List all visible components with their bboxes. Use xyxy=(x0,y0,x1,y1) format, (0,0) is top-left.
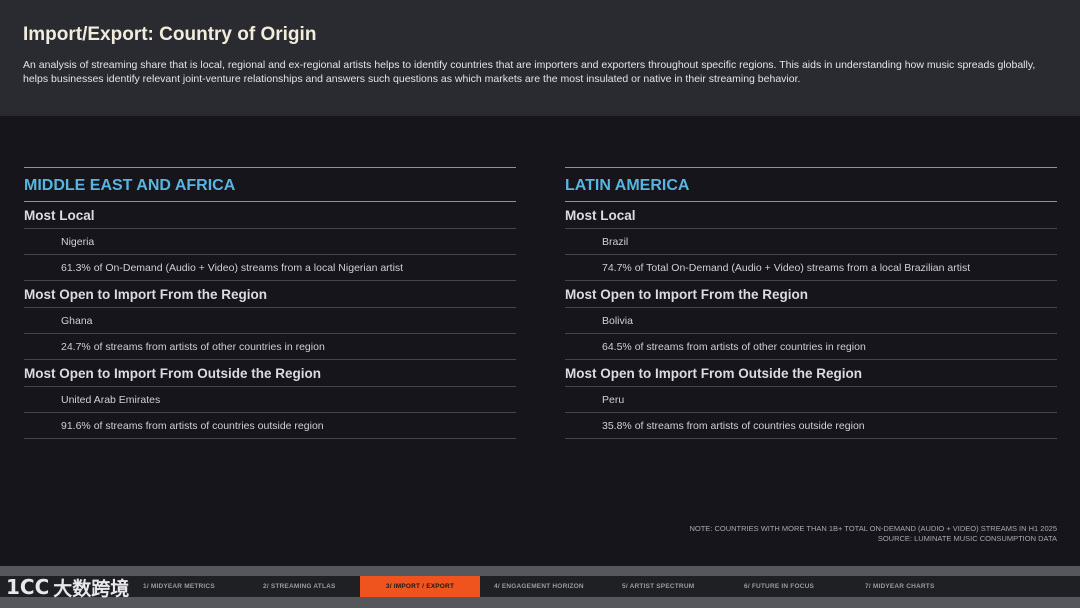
nav-item-future-in-focus[interactable]: 6/ FUTURE IN FOCUS xyxy=(744,576,814,597)
country-row: United Arab Emirates xyxy=(24,387,516,413)
panel-middle-east-africa: MIDDLE EAST AND AFRICA Most Local Nigeri… xyxy=(24,167,516,439)
detail-row: 24.7% of streams from artists of other c… xyxy=(24,334,516,360)
divider-strip xyxy=(0,566,1080,576)
country-row: Nigeria xyxy=(24,229,516,255)
bottom-bar xyxy=(0,597,1080,608)
nav-item-midyear-charts[interactable]: 7/ MIDYEAR CHARTS xyxy=(865,576,935,597)
detail-row: 61.3% of On-Demand (Audio + Video) strea… xyxy=(24,255,516,281)
section-title-most-local: Most Local xyxy=(565,202,1057,229)
section-title-import-outside: Most Open to Import From Outside the Reg… xyxy=(24,360,516,387)
country-row: Brazil xyxy=(565,229,1057,255)
region-title: LATIN AMERICA xyxy=(565,167,1057,202)
nav-item-import-export[interactable]: 3/ IMPORT / EXPORT xyxy=(360,576,480,597)
section-title-most-local: Most Local xyxy=(24,202,516,229)
section-title-import-outside: Most Open to Import From Outside the Reg… xyxy=(565,360,1057,387)
nav-item-streaming-atlas[interactable]: 2/ STREAMING ATLAS xyxy=(263,576,336,597)
page-description: An analysis of streaming share that is l… xyxy=(23,59,1036,85)
region-title: MIDDLE EAST AND AFRICA xyxy=(24,167,516,202)
detail-row: 74.7% of Total On-Demand (Audio + Video)… xyxy=(565,255,1057,281)
panel-latin-america: LATIN AMERICA Most Local Brazil 74.7% of… xyxy=(565,167,1057,439)
watermark-logo: 1CC 大数跨境 xyxy=(6,572,129,602)
country-row: Bolivia xyxy=(565,308,1057,334)
header: Import/Export: Country of Origin An anal… xyxy=(0,0,1080,116)
nav-item-engagement-horizon[interactable]: 4/ ENGAGEMENT HORIZON xyxy=(494,576,584,597)
country-row: Peru xyxy=(565,387,1057,413)
section-nav: 1/ MIDYEAR METRICS 2/ STREAMING ATLAS 3/… xyxy=(0,576,1080,597)
detail-row: 64.5% of streams from artists of other c… xyxy=(565,334,1057,360)
nav-item-midyear-metrics[interactable]: 1/ MIDYEAR METRICS xyxy=(143,576,215,597)
footnote-note: NOTE: COUNTRIES WITH MORE THAN 1B+ TOTAL… xyxy=(689,524,1057,533)
footnote-source: SOURCE: LUMINATE MUSIC CONSUMPTION DATA xyxy=(877,534,1057,543)
watermark-text: 大数跨境 xyxy=(53,577,130,600)
nav-item-artist-spectrum[interactable]: 5/ ARTIST SPECTRUM xyxy=(622,576,694,597)
country-row: Ghana xyxy=(24,308,516,334)
detail-row: 35.8% of streams from artists of countri… xyxy=(565,413,1057,439)
section-title-import-region: Most Open to Import From the Region xyxy=(24,281,516,308)
watermark-mark: 1CC xyxy=(6,575,50,599)
footnote: NOTE: COUNTRIES WITH MORE THAN 1B+ TOTAL… xyxy=(689,524,1057,544)
page-title: Import/Export: Country of Origin xyxy=(23,24,317,45)
detail-row: 91.6% of streams from artists of countri… xyxy=(24,413,516,439)
section-title-import-region: Most Open to Import From the Region xyxy=(565,281,1057,308)
